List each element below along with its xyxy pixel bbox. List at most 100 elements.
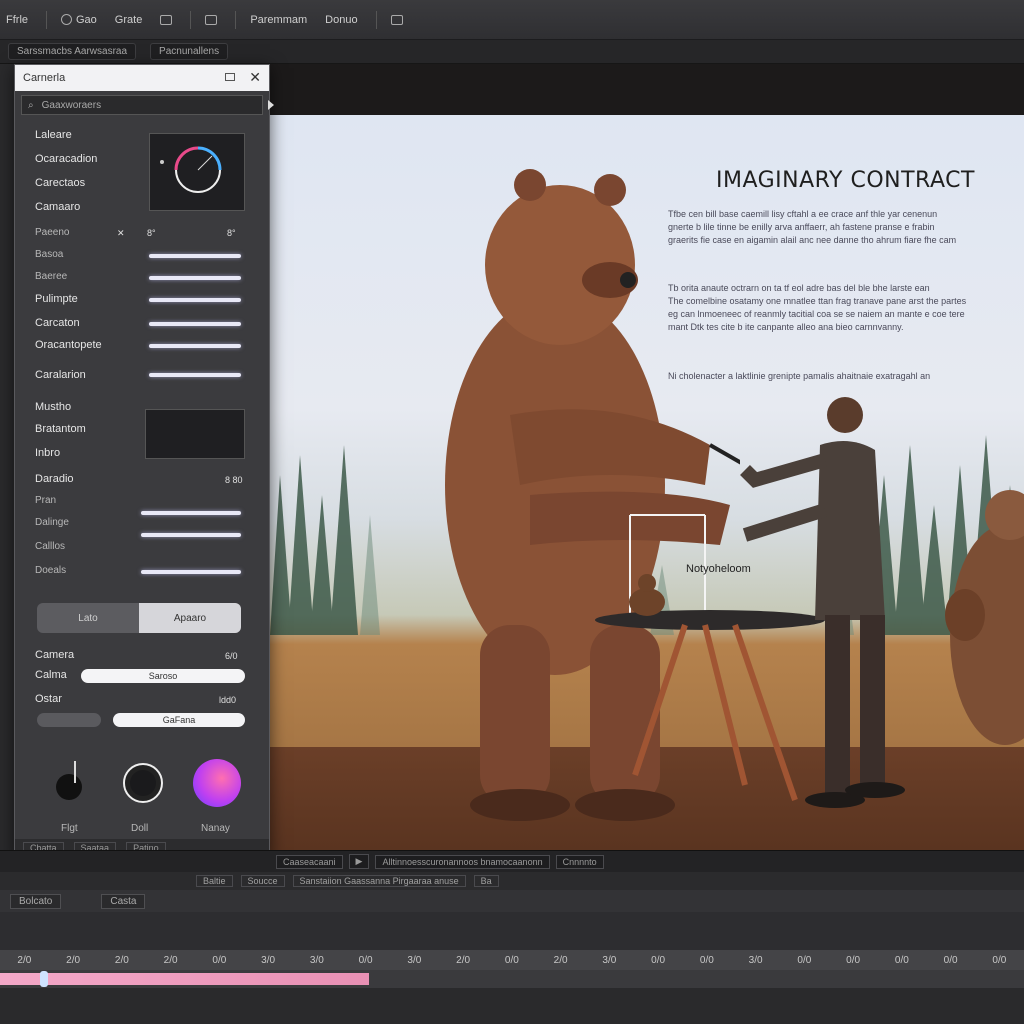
prop-label: Dalinge [35,517,69,528]
menu-media[interactable] [205,14,218,25]
link-icon[interactable]: ✕ [117,228,125,239]
value-field[interactable]: Saroso [81,669,245,683]
menu-divider [190,10,192,29]
search-icon: ⌕ [28,99,34,111]
table-sign: Notyoheloom [686,563,751,575]
ruler-tick: 0/0 [992,954,1007,966]
ring-icon [123,763,163,803]
menu-go-label: Gao [76,13,97,26]
track-item[interactable]: Baltie [196,875,233,887]
curve-preview[interactable] [145,409,245,459]
prop-label: Pran [35,495,57,506]
properties-panel: Carnerla ✕ ⌕ Gaaxworaers Laleare Ocaraca… [14,64,274,858]
prop-label: Camaaro [35,201,81,213]
prop-label: Inbro [35,447,61,459]
menu-done-label: Donuo [325,13,358,26]
close-icon[interactable]: ✕ [249,70,261,84]
gradient-swatch[interactable] [193,759,241,807]
swatch-label: Flgt [61,823,78,834]
track-item[interactable]: Soucce [240,875,285,887]
menu-window[interactable] [160,14,173,25]
panel-search-input[interactable]: ⌕ Gaaxworaers [21,95,274,115]
transport-item[interactable]: Cnnnnto [555,854,604,869]
mode-left[interactable]: Lato [37,603,139,633]
track-item[interactable]: Sanstaiion Gaassanna Pirgaaraa anuse [292,875,466,887]
transport-item[interactable]: Caaseacaani [276,854,343,869]
minimize-icon[interactable] [225,73,236,81]
prop-label: Mustho [35,401,72,413]
scene-paragraph-1: Tfbe cen bill base caemill lisy cftahl a… [668,208,1024,247]
light-swatch[interactable] [55,761,85,801]
slider-track[interactable] [149,298,241,302]
sub-toolbar-tab-2[interactable]: Pacnunallens [150,43,229,60]
doll-swatch[interactable] [121,761,165,805]
scene-paragraph-1-line: Tfbe cen bill base caemill lisy cftahl a… [668,209,938,219]
panel-titlebar[interactable]: Carnerla ✕ [15,65,269,91]
transport-item[interactable]: Alltinnoesscuronannoos bnamocaanonn [375,854,550,869]
slider-track[interactable] [149,373,241,377]
search-value: Gaaxworaers [41,99,102,111]
prop-label: Basoa [35,249,64,260]
swatch-label: Doll [131,823,149,834]
sub-toolbar-tab-1[interactable]: Sarssmacbs Aarwsasraa [8,43,137,60]
slider-track[interactable] [149,322,241,326]
clip-item[interactable]: Bolcato [10,893,62,909]
menu-parameters[interactable]: Paremmam [250,14,307,26]
slider-track[interactable] [149,276,241,280]
export-icon [390,14,403,25]
track-item[interactable]: Ba [473,875,499,887]
menu-export[interactable] [390,14,403,25]
folder-icon [205,14,218,25]
color-wheel-preview[interactable] [149,133,245,211]
prop-label: Carectaos [35,177,86,189]
scene-paragraph-3: Ni cholenacter a laktlinie grenipte pama… [668,371,931,381]
ruler-tick: 0/0 [651,954,666,966]
menu-file-label: Ffrle [6,13,28,26]
play-icon[interactable]: ▶ [348,854,370,869]
timeline-gap [0,912,1024,950]
mode-right[interactable]: Apaaro [139,603,241,633]
menu-go[interactable]: Gao [61,14,97,26]
play-icon[interactable] [268,100,274,110]
scene-paragraph-2-line: mant Dtk tes cite b ite canpante alleo a… [668,322,904,332]
ruler-tick: 2/0 [553,954,568,966]
prop-label: Paeeno [35,227,70,238]
timeline-progress [0,973,369,985]
ruler-tick: 0/0 [358,954,373,966]
menu-create[interactable]: Grate [115,14,143,26]
panel-title: Carnerla [23,72,66,84]
menu-divider [235,10,237,29]
menu-done[interactable]: Donuo [325,14,357,26]
menu-divider [375,10,377,29]
slider-track[interactable] [141,533,241,537]
timeline-ruler[interactable]: 2/0 2/0 2/0 2/0 0/0 3/0 3/0 0/0 3/0 2/0 0/0 2/0 3/0 0… [0,950,1024,970]
ruler-tick: 0/0 [797,954,812,966]
color-wheel-icon [160,146,222,193]
clip-item[interactable]: Casta [101,893,146,909]
slider-track[interactable] [141,511,241,515]
ruler-tick: 0/0 [846,954,861,966]
prop-label: Laleare [35,129,72,141]
scene-paragraph-2: Tb orita anaute octrarn on ta tf eol adr… [668,282,1024,334]
slider-track[interactable] [149,254,241,258]
prop-label: Pulimpte [35,293,78,305]
prop-value: 8 80 [225,475,243,485]
menu-file[interactable]: Ffrle [6,14,28,26]
sub-toolbar: Sarssmacbs Aarwsasraa Pacnunallens [0,40,1024,64]
window-icon [160,14,173,25]
status-area [0,988,1024,1024]
playhead[interactable] [40,971,48,987]
slider-track[interactable] [149,344,241,348]
prop-label: Calllos [35,541,66,552]
timeline-track[interactable] [0,970,1024,988]
value-field[interactable]: GaFana [113,713,245,727]
value-field[interactable] [37,713,101,727]
small-bear-figure [945,490,1024,745]
prop-value: 8° [227,228,236,238]
prop-value: 6/0 [225,651,238,661]
settings-icon [61,14,72,25]
ruler-tick: 2/0 [114,954,129,966]
mode-toggle[interactable]: Lato Apaaro [37,603,241,633]
prop-label: Camera [35,649,75,661]
slider-track[interactable] [141,570,241,574]
